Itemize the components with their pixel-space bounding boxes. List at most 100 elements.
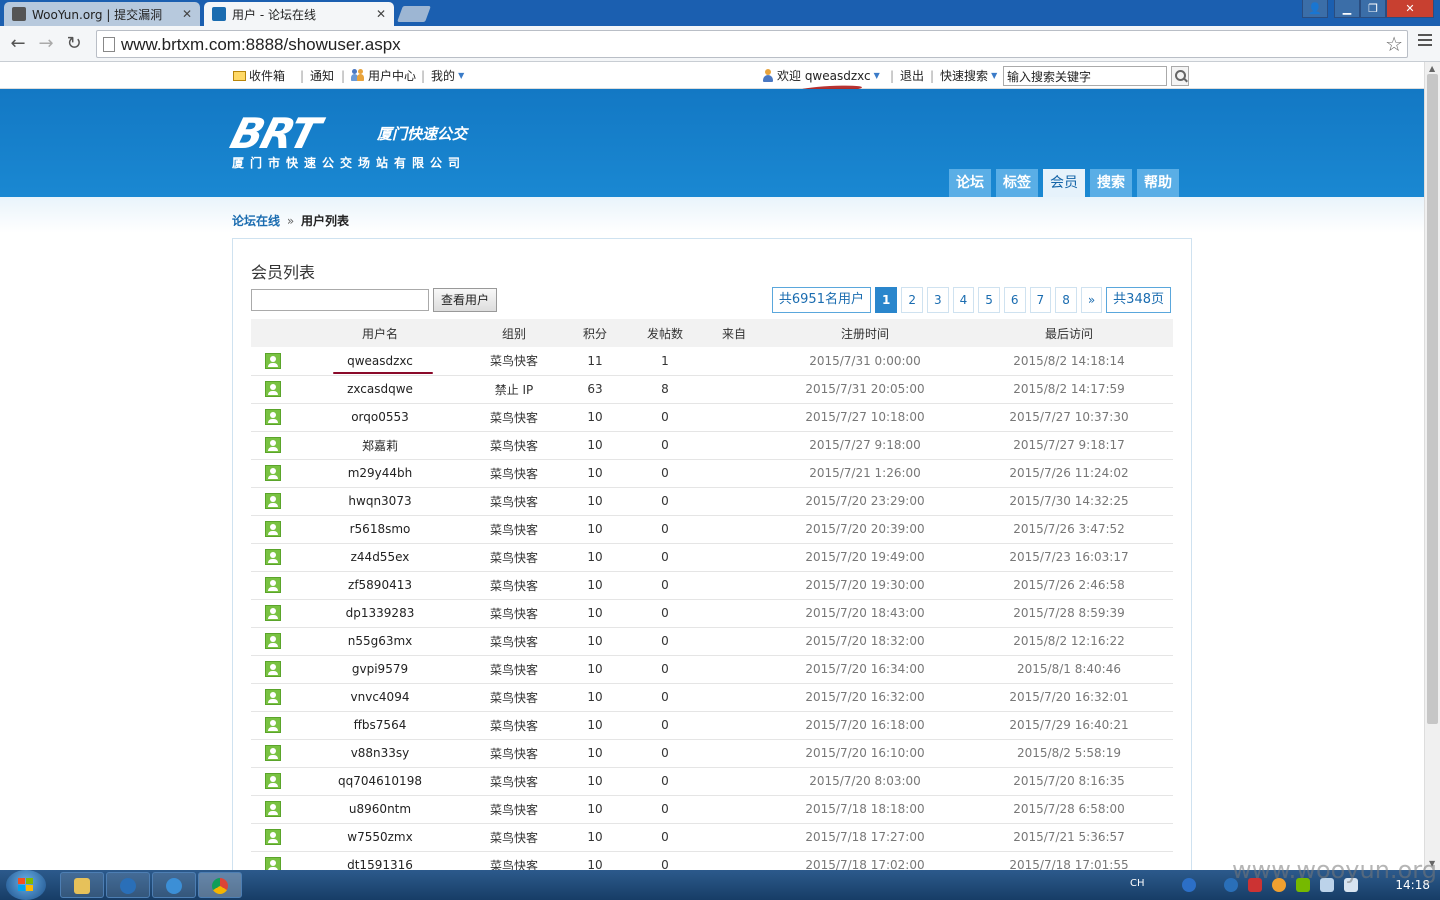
page-link-2[interactable]: 2 xyxy=(901,287,923,313)
total-pages-link[interactable]: 共348页 xyxy=(1106,287,1171,313)
username-link[interactable]: n55g63mx xyxy=(348,634,413,648)
quick-search-menu[interactable]: | 快速搜索 ▼ xyxy=(924,67,997,84)
username-link[interactable]: zxcasdqwe xyxy=(347,382,413,396)
minimize-button[interactable]: ▁ xyxy=(1334,0,1360,18)
avatar-icon[interactable] xyxy=(265,745,281,761)
username-link[interactable]: m29y44bh xyxy=(348,466,413,480)
username-link[interactable]: z44d55ex xyxy=(351,550,410,564)
logout-link[interactable]: | 退出 xyxy=(884,67,924,84)
taskbar-ie[interactable] xyxy=(152,872,196,898)
welcome-menu[interactable]: 欢迎 qweasdzxc ▼ xyxy=(762,67,880,84)
search-icon[interactable] xyxy=(1171,66,1189,86)
avatar-icon[interactable] xyxy=(265,409,281,425)
username-link[interactable]: ffbs7564 xyxy=(354,718,407,732)
table-row: w7550zmx 菜鸟快客 10 0 2015/7/18 17:27:00 2015/7/… xyxy=(251,823,1173,852)
page-link-1[interactable]: 1 xyxy=(874,287,898,313)
notify-link[interactable]: | 通知 xyxy=(294,67,334,84)
input-language[interactable]: CH xyxy=(1130,878,1145,889)
nav-help[interactable]: 帮助 xyxy=(1137,169,1179,197)
help-icon[interactable] xyxy=(1182,878,1196,892)
from-cell xyxy=(703,459,765,488)
browser-tab-forum[interactable]: 用户 - 论坛在线 ✕ xyxy=(204,2,394,26)
scroll-up-icon[interactable]: ▲ xyxy=(1429,64,1435,73)
avatar-icon[interactable] xyxy=(265,801,281,817)
points-cell: 10 xyxy=(563,487,627,516)
username-link[interactable]: dt1591316 xyxy=(347,858,413,870)
username-link[interactable]: u8960ntm xyxy=(349,802,411,816)
page-link-5[interactable]: 5 xyxy=(978,287,1000,313)
quick-search-label: 快速搜索 xyxy=(940,69,989,83)
avatar-icon[interactable] xyxy=(265,605,281,621)
start-button[interactable] xyxy=(6,870,46,900)
avatar-icon[interactable] xyxy=(265,633,281,649)
avatar-icon[interactable] xyxy=(265,493,281,509)
user-filter-input[interactable] xyxy=(251,289,429,311)
inbox-link[interactable]: 收件箱 xyxy=(233,67,285,84)
browser-menu-icon[interactable] xyxy=(1418,34,1432,48)
page-link-3[interactable]: 3 xyxy=(926,287,949,313)
table-row: dt1591316 菜鸟快客 10 0 2015/7/18 17:02:00 2015/7… xyxy=(251,851,1173,870)
username-link[interactable]: r5618smo xyxy=(350,522,411,536)
taskbar-app-k[interactable] xyxy=(106,872,150,898)
username-link[interactable]: zf5890413 xyxy=(348,578,412,592)
username-link[interactable]: dp1339283 xyxy=(346,606,415,620)
page-link-4[interactable]: 4 xyxy=(952,287,975,313)
back-arrow-icon[interactable]: ← xyxy=(6,32,30,56)
nav-forum[interactable]: 论坛 xyxy=(949,169,991,197)
username-link[interactable]: vnvc4094 xyxy=(351,690,410,704)
search-input[interactable] xyxy=(1003,66,1167,86)
username-link[interactable]: v88n33sy xyxy=(351,746,410,760)
page-link-7[interactable]: 7 xyxy=(1029,287,1052,313)
avatar-icon[interactable] xyxy=(265,437,281,453)
company-name: 厦门市快速公交场站有限公司 xyxy=(232,156,467,170)
username-link[interactable]: w7550zmx xyxy=(347,830,412,844)
new-tab-button[interactable] xyxy=(397,6,431,22)
forward-arrow-icon[interactable]: → xyxy=(34,32,58,56)
posts-cell: 0 xyxy=(627,431,703,460)
user-center-link[interactable]: | 用户中心 xyxy=(335,67,416,84)
avatar-icon[interactable] xyxy=(265,773,281,789)
browser-tab-wooyun[interactable]: WooYun.org | 提交漏洞 ✕ xyxy=(4,2,200,26)
username-cell: qweasdzxc xyxy=(295,347,465,376)
reload-icon[interactable]: ↻ xyxy=(62,32,86,56)
view-user-button[interactable]: 查看用户 xyxy=(433,288,498,312)
avatar-icon[interactable] xyxy=(265,465,281,481)
username-link[interactable]: orqo0553 xyxy=(351,410,409,424)
close-tab-icon[interactable]: ✕ xyxy=(376,7,386,21)
bookmark-star-icon[interactable]: ☆ xyxy=(1385,32,1403,56)
avatar-icon[interactable] xyxy=(265,829,281,845)
nav-members[interactable]: 会员 xyxy=(1043,169,1085,197)
mine-menu[interactable]: | 我的 ▼ xyxy=(415,67,464,84)
avatar-icon[interactable] xyxy=(265,381,281,397)
avatar-icon[interactable] xyxy=(265,689,281,705)
maximize-button[interactable]: ❐ xyxy=(1360,0,1386,18)
username-link[interactable]: qweasdzxc xyxy=(347,354,413,368)
avatar-icon[interactable] xyxy=(265,521,281,537)
page-link-6[interactable]: 6 xyxy=(1003,287,1026,313)
next-page-link[interactable]: » xyxy=(1080,287,1103,313)
site-logo[interactable]: BRT 厦门快速公交 厦门市快速公交场站有限公司 xyxy=(225,109,502,171)
vertical-scrollbar[interactable]: ▲ ▼ xyxy=(1424,62,1440,870)
total-users-badge: 共6951名用户 xyxy=(771,287,871,313)
scrollbar-thumb[interactable] xyxy=(1427,74,1438,724)
username-link[interactable]: 郑嘉莉 xyxy=(362,439,398,453)
taskbar-chrome[interactable] xyxy=(198,872,242,898)
nav-search[interactable]: 搜索 xyxy=(1090,169,1132,197)
page-link-8[interactable]: 8 xyxy=(1055,287,1077,313)
avatar-icon[interactable] xyxy=(265,661,281,677)
nav-tags[interactable]: 标签 xyxy=(996,169,1038,197)
avatar-icon[interactable] xyxy=(265,549,281,565)
avatar-icon[interactable] xyxy=(265,577,281,593)
taskbar-explorer[interactable] xyxy=(60,872,104,898)
username-link[interactable]: qq704610198 xyxy=(338,774,422,788)
username-link[interactable]: hwqn3073 xyxy=(348,494,411,508)
avatar-icon[interactable] xyxy=(265,352,281,369)
username-link[interactable]: gvpi9579 xyxy=(352,662,408,676)
close-tab-icon[interactable]: ✕ xyxy=(182,7,192,21)
avatar-icon[interactable] xyxy=(265,717,281,733)
address-bar[interactable]: www.brtxm.com:8888/showuser.aspx ☆ xyxy=(96,30,1408,58)
close-window-button[interactable]: ✕ xyxy=(1386,0,1434,18)
avatar-icon[interactable] xyxy=(265,857,281,870)
window-user-icon[interactable]: 👤 xyxy=(1302,0,1328,18)
breadcrumb-home[interactable]: 论坛在线 xyxy=(232,214,280,228)
